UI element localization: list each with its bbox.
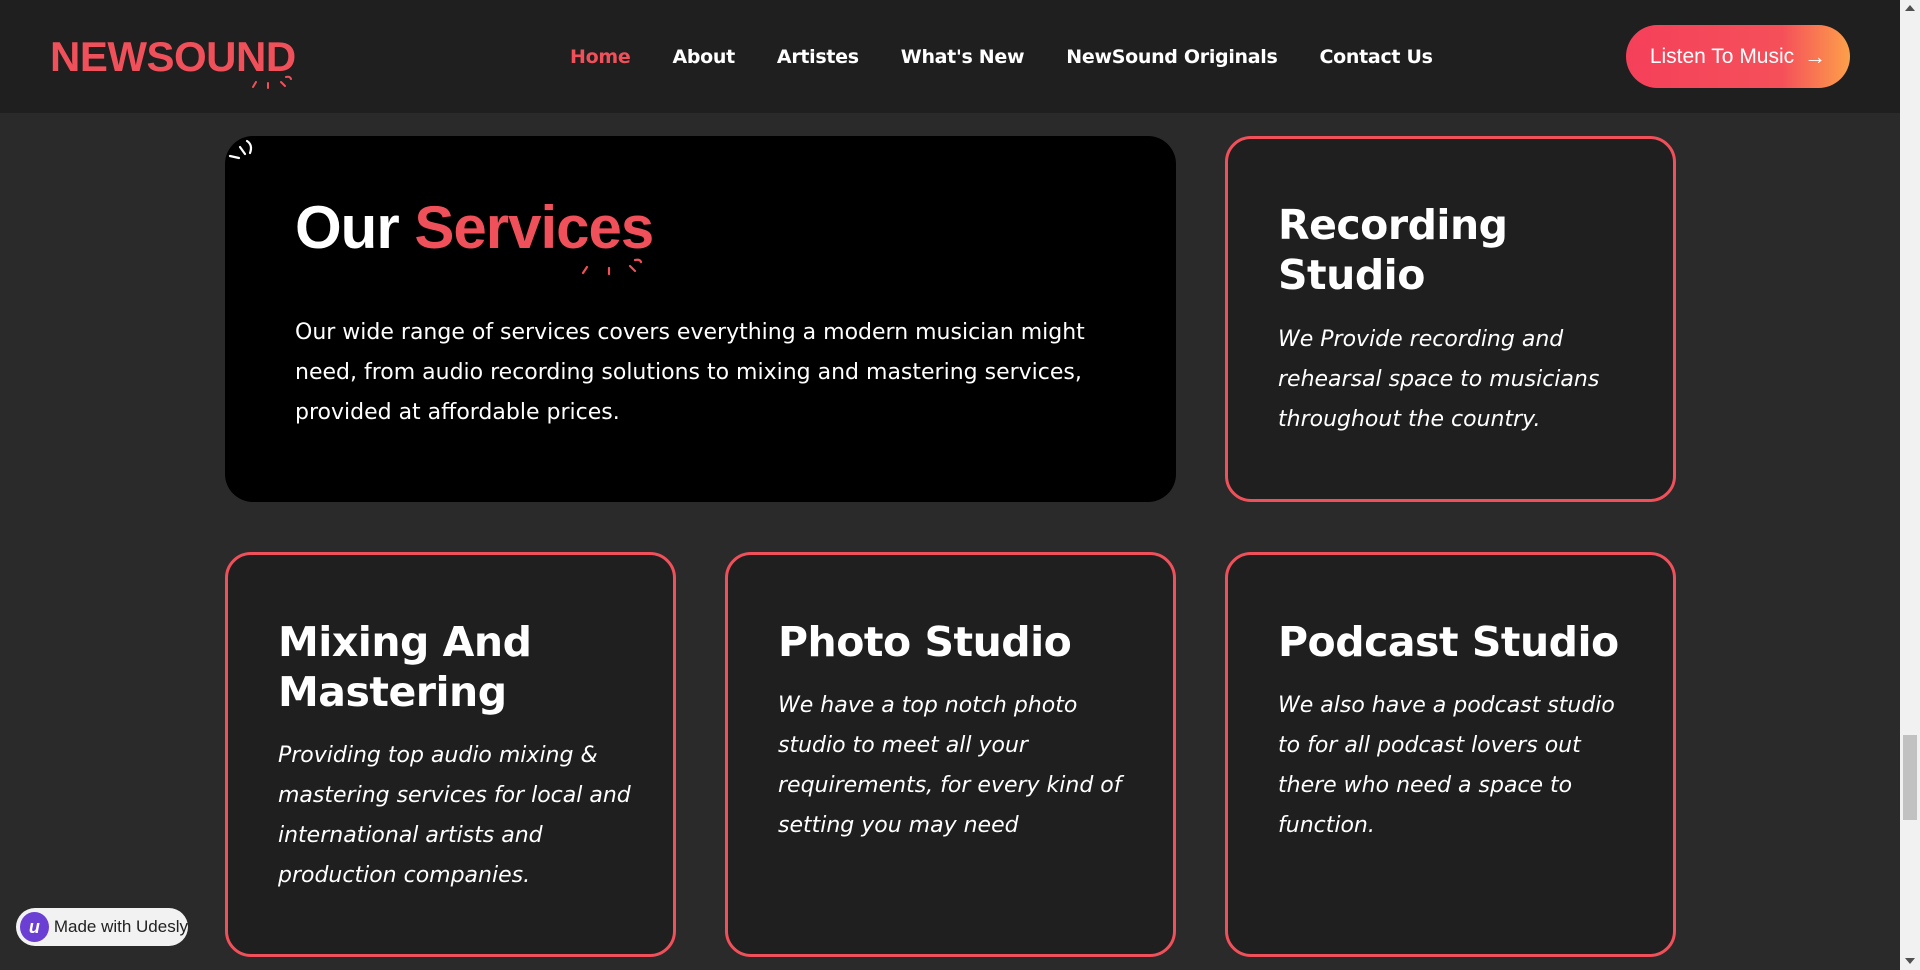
service-desc-mixing: Providing top audio mixing & mastering s… xyxy=(278,743,631,888)
scroll-down-arrow-icon[interactable] xyxy=(1905,958,1915,964)
logo-spark-icon xyxy=(252,75,292,89)
corner-spark-icon xyxy=(228,139,253,160)
service-title-recording: Recording Studio xyxy=(1278,201,1508,299)
service-desc-recording: We Provide recording and rehearsal space… xyxy=(1278,327,1600,432)
badge-label: Made with Udesly xyxy=(53,917,188,936)
section-title: Our Services xyxy=(295,193,654,262)
section-title-plain: Our xyxy=(295,194,400,261)
made-with-udesly-badge[interactable]: u Made with Udesly xyxy=(16,908,188,946)
section-intro-text: Our wide range of services covers everyt… xyxy=(295,320,1085,425)
service-desc-photo: We have a top notch photo studio to meet… xyxy=(778,693,1122,838)
service-title-mixing: Mixing And Mastering xyxy=(278,618,532,716)
scrollbar-thumb[interactable] xyxy=(1903,735,1917,820)
nav-home[interactable]: Home xyxy=(570,46,631,68)
site-header: NEWSOUND Home About Artistes What's New … xyxy=(0,0,1900,113)
section-title-accent: Services xyxy=(414,194,654,261)
nav-artistes[interactable]: Artistes xyxy=(777,46,859,68)
nav-contact-us[interactable]: Contact Us xyxy=(1320,46,1433,68)
scroll-up-arrow-icon[interactable] xyxy=(1905,5,1915,11)
service-title-podcast: Podcast Studio xyxy=(1278,618,1619,666)
listen-to-music-label: Listen To Music xyxy=(1649,44,1795,68)
title-spark-icon xyxy=(581,258,642,276)
main-nav: Home About Artistes What's New NewSound … xyxy=(570,46,1475,68)
nav-about[interactable]: About xyxy=(672,46,735,68)
nav-whats-new[interactable]: What's New xyxy=(901,46,1025,68)
udesly-logo-icon: u xyxy=(20,912,49,942)
service-card-recording[interactable] xyxy=(1225,136,1676,502)
service-desc-podcast: We also have a podcast studio to for all… xyxy=(1278,693,1615,838)
listen-to-music-button[interactable]: Listen To Music → xyxy=(1626,25,1850,88)
scrollbar-track[interactable] xyxy=(1900,0,1920,970)
nav-newsound-originals[interactable]: NewSound Originals xyxy=(1066,46,1278,68)
service-title-photo: Photo Studio xyxy=(778,618,1072,666)
arrow-right-icon: → xyxy=(1804,43,1827,69)
